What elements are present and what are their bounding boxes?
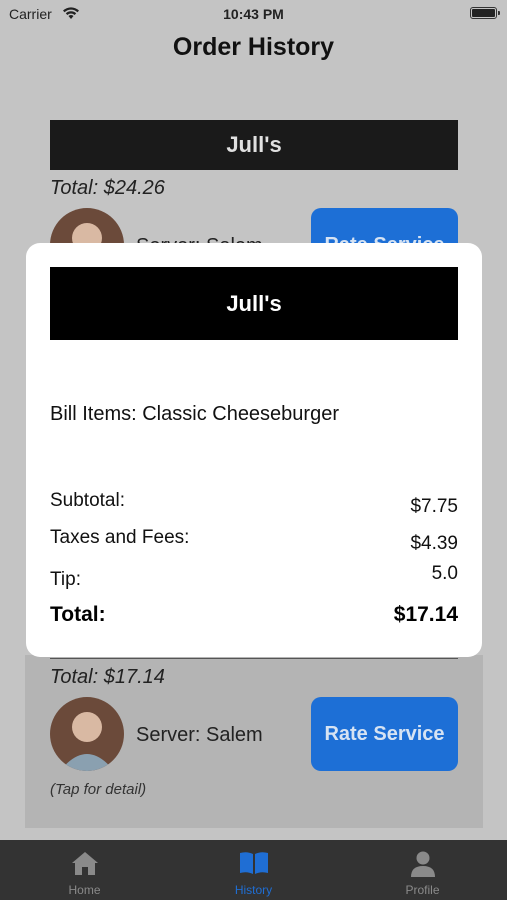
person-icon bbox=[410, 851, 435, 877]
battery-icon bbox=[470, 7, 500, 19]
tip-value: 5.0 bbox=[431, 563, 458, 584]
total-value: $17.14 bbox=[393, 603, 458, 626]
order-total: Total: $17.14 bbox=[50, 666, 165, 688]
tab-home[interactable]: Home bbox=[0, 840, 169, 900]
subtotal-label: Subtotal: bbox=[50, 490, 125, 511]
restaurant-header: Jull's bbox=[50, 120, 458, 170]
divider bbox=[50, 658, 458, 659]
tab-label: Profile bbox=[405, 883, 440, 897]
modal-restaurant-header: Jull's bbox=[50, 267, 458, 340]
clock: 10:43 PM bbox=[223, 6, 284, 22]
rate-service-button[interactable]: Rate Service bbox=[311, 697, 458, 771]
tap-hint: (Tap for detail) bbox=[50, 781, 147, 798]
taxes-value: $4.39 bbox=[410, 533, 458, 554]
subtotal-value: $7.75 bbox=[410, 496, 458, 517]
book-icon bbox=[239, 852, 268, 874]
tab-bar: Home History Profile bbox=[0, 840, 507, 900]
order-total: Total: $24.26 bbox=[50, 177, 165, 199]
home-icon bbox=[71, 852, 98, 875]
order-detail-modal[interactable]: Jull's Bill Items: Classic Cheeseburger … bbox=[26, 243, 482, 657]
page-title: Order History bbox=[172, 33, 335, 61]
status-bar: Carrier 10:43 PM bbox=[0, 0, 507, 28]
total-label: Total: bbox=[50, 603, 106, 626]
server-label: Server: Salem bbox=[136, 724, 263, 746]
tab-label: History bbox=[234, 883, 273, 897]
bill-items: Bill Items: Classic Cheeseburger bbox=[50, 403, 339, 425]
tab-history[interactable]: History bbox=[169, 840, 338, 900]
taxes-label: Taxes and Fees: bbox=[50, 527, 190, 548]
tab-label: Home bbox=[68, 883, 101, 897]
avatar bbox=[50, 697, 124, 771]
tab-profile[interactable]: Profile bbox=[338, 840, 507, 900]
tip-label: Tip: bbox=[50, 569, 81, 590]
